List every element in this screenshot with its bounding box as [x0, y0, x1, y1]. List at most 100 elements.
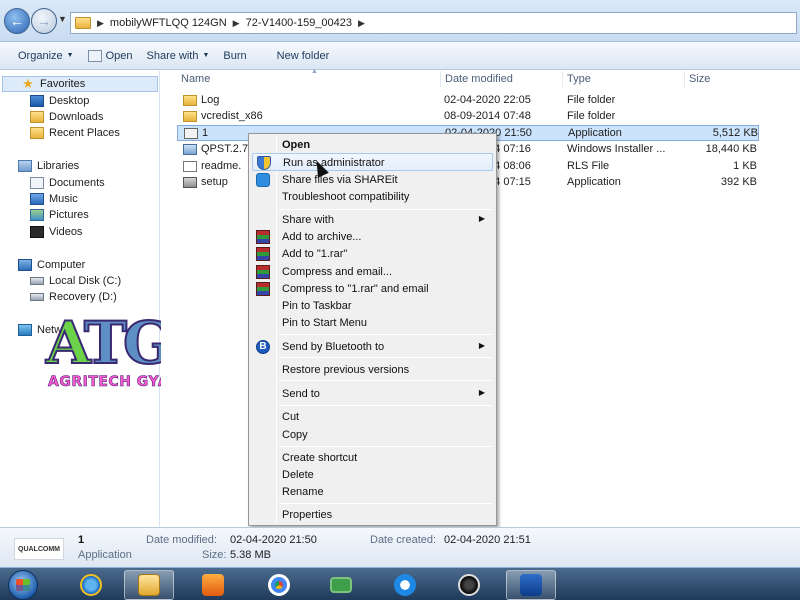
burn-label: Burn	[223, 49, 247, 62]
nav-item-computer[interactable]: Computer	[0, 257, 85, 273]
qpst-icon	[520, 574, 542, 596]
nav-label: Recent Places	[49, 127, 120, 139]
nav-item-music[interactable]: Music	[0, 191, 78, 207]
watermark-letter-a: A	[45, 309, 89, 377]
menu-label: Share with	[282, 214, 334, 226]
share-with-button[interactable]: Share with ▼	[147, 50, 224, 62]
breadcrumb[interactable]: ▶ mobilyWFTLQQ 124GN ▶ 72-V1400-159_0042…	[70, 12, 797, 34]
file-size: 18,440 KB	[705, 143, 757, 155]
winrar-icon	[256, 265, 270, 279]
nav-item-recent-places[interactable]: Recent Places	[0, 125, 120, 141]
menu-item-share-via-shareit[interactable]: Share files via SHAREit	[252, 171, 493, 189]
menu-label: Add to "1.rar"	[282, 248, 348, 260]
watermark-letters: ATG	[45, 309, 174, 377]
winrar-icon	[256, 230, 270, 244]
menu-label: Create shortcut	[282, 452, 358, 464]
file-type: File folder	[567, 94, 616, 106]
chevron-right-icon[interactable]: ▶	[233, 18, 240, 29]
nav-item-desktop[interactable]: Desktop	[0, 93, 89, 109]
column-header-date[interactable]: Date modified	[440, 71, 562, 87]
winrar-icon	[256, 247, 270, 261]
menu-item-cut[interactable]: Cut	[252, 408, 493, 426]
menu-item-compress-rar-email[interactable]: Compress to "1.rar" and email	[252, 280, 493, 298]
table-row[interactable]: Log 02-04-2020 22:05 File folder	[177, 93, 759, 109]
breadcrumb-item[interactable]: 72-V1400-159_00423	[246, 17, 352, 29]
menu-item-send-by-bluetooth[interactable]: B Send by Bluetooth to ▶	[252, 338, 493, 356]
menu-item-create-shortcut[interactable]: Create shortcut	[252, 449, 493, 467]
menu-item-restore-previous-versions[interactable]: Restore previous versions	[252, 361, 493, 379]
taskbar-sync-app[interactable]	[380, 570, 430, 600]
taskbar-internet-explorer[interactable]	[66, 570, 116, 600]
nav-item-local-disk[interactable]: Local Disk (C:)	[0, 273, 121, 289]
organize-button[interactable]: Organize ▼	[18, 50, 88, 62]
menu-item-properties[interactable]: Properties	[252, 506, 493, 524]
menu-item-rename[interactable]: Rename	[252, 483, 493, 501]
column-header-size[interactable]: Size	[684, 71, 764, 87]
menu-item-add-to-archive[interactable]: Add to archive...	[252, 228, 493, 246]
breadcrumb-item[interactable]: mobilyWFTLQQ 124GN	[110, 17, 227, 29]
taskbar-qpst[interactable]	[506, 570, 556, 600]
internet-explorer-icon	[80, 574, 102, 596]
menu-item-run-as-administrator[interactable]: Run as administrator	[252, 153, 493, 171]
column-header-name[interactable]: Name	[177, 71, 439, 87]
qualcomm-logo-icon: QUALCOMM	[14, 538, 64, 560]
navigation-pane: ★ Favorites Desktop Downloads Recent Plac…	[0, 71, 160, 527]
menu-label: Add to archive...	[282, 231, 362, 243]
music-icon	[30, 193, 44, 205]
watermark-letters-tg: TG	[83, 309, 174, 377]
file-type: Windows Installer ...	[567, 143, 666, 155]
taskbar-monitor-app[interactable]	[316, 570, 366, 600]
table-row[interactable]: vcredist_x86 08-09-2014 07:48 File folde…	[177, 109, 759, 125]
downloads-icon	[30, 111, 44, 123]
history-dropdown-icon[interactable]: ▼	[58, 14, 67, 24]
nav-item-pictures[interactable]: Pictures	[0, 207, 89, 223]
menu-item-add-to-rar[interactable]: Add to "1.rar"	[252, 245, 493, 263]
submenu-arrow-icon: ▶	[478, 341, 485, 350]
nav-item-videos[interactable]: Videos	[0, 224, 82, 240]
videos-icon	[30, 226, 44, 238]
menu-label: Send by Bluetooth to	[282, 341, 385, 353]
chevron-right-icon[interactable]: ▶	[358, 18, 365, 29]
taskbar-media-player[interactable]	[188, 570, 238, 600]
chevron-right-icon[interactable]: ▶	[97, 18, 104, 29]
menu-item-delete[interactable]: Delete	[252, 466, 493, 484]
nav-item-documents[interactable]: Documents	[0, 175, 105, 191]
new-folder-button[interactable]: New folder	[277, 50, 344, 62]
menu-item-copy[interactable]: Copy	[252, 426, 493, 444]
burn-button[interactable]: Burn	[223, 50, 276, 62]
details-file-name: 1	[78, 534, 85, 546]
nav-item-downloads[interactable]: Downloads	[0, 109, 103, 125]
file-size: 5,512 KB	[712, 127, 758, 139]
nav-label: Libraries	[37, 160, 80, 172]
menu-item-compress-email[interactable]: Compress and email...	[252, 263, 493, 281]
column-header-type[interactable]: Type	[562, 71, 684, 87]
menu-item-share-with[interactable]: Share with ▶	[252, 211, 493, 229]
menu-item-pin-taskbar[interactable]: Pin to Taskbar	[252, 297, 493, 315]
nav-label: Recovery (D:)	[49, 291, 117, 303]
drive-icon	[30, 277, 44, 285]
taskbar-chrome[interactable]	[254, 570, 304, 600]
menu-item-send-to[interactable]: Send to ▶	[252, 385, 493, 403]
details-pane: QUALCOMM 1 Application Date modified: 02…	[0, 527, 800, 567]
column-label: Date modified	[445, 73, 513, 85]
address-bar: ← → ▼ ▶ mobilyWFTLQQ 124GN ▶ 72-V1400-15…	[0, 0, 800, 42]
back-button[interactable]: ←	[4, 8, 30, 34]
start-button[interactable]	[8, 570, 38, 600]
menu-label: Run as administrator	[283, 157, 385, 169]
media-player-icon	[202, 574, 224, 596]
nav-item-favorites[interactable]: ★ Favorites	[2, 76, 158, 92]
nav-label: Pictures	[49, 209, 89, 221]
nav-item-recovery[interactable]: Recovery (D:)	[0, 289, 117, 305]
details-file-type: Application	[78, 549, 132, 561]
details-size-value: 5.38 MB	[230, 549, 271, 561]
menu-item-open[interactable]: Open	[252, 136, 493, 154]
menu-item-troubleshoot[interactable]: Troubleshoot compatibility	[252, 188, 493, 206]
taskbar-obs[interactable]	[444, 570, 494, 600]
menu-separator	[279, 503, 492, 504]
taskbar-windows-explorer[interactable]	[124, 570, 174, 600]
forward-button[interactable]: →	[31, 8, 57, 34]
open-button[interactable]: Open	[87, 49, 147, 62]
menu-item-pin-start-menu[interactable]: Pin to Start Menu	[252, 314, 493, 332]
installer-icon	[183, 143, 197, 155]
nav-item-libraries[interactable]: Libraries	[0, 158, 79, 174]
